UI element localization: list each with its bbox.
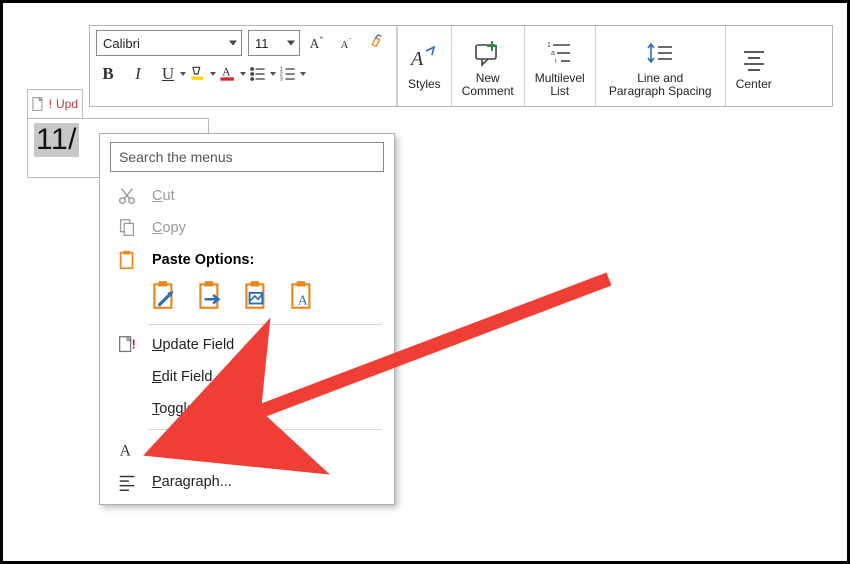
menu-item-font[interactable]: A Font... (100, 434, 394, 466)
document-tab-label: Upd (56, 97, 78, 111)
paste-keep-source-icon[interactable] (148, 278, 182, 312)
menu-item-label: Edit Field... (152, 369, 225, 385)
increase-font-icon[interactable]: A^ (306, 31, 330, 55)
svg-text:ˇ: ˇ (349, 38, 352, 45)
multilevel-list-icon: 1ai (544, 36, 576, 70)
document-tab[interactable]: ! Upd (27, 89, 83, 119)
svg-text:A: A (298, 293, 308, 308)
new-comment-icon (472, 36, 504, 70)
chevron-down-icon (287, 41, 295, 46)
menu-item-copy: Copy (100, 212, 394, 244)
new-comment-label: New Comment (462, 72, 514, 98)
menu-separator (148, 429, 382, 430)
scissors-icon (116, 185, 138, 207)
italic-button[interactable]: I (126, 62, 150, 86)
menu-item-label: Update Field (152, 337, 234, 353)
menu-search-placeholder: Search the menus (119, 149, 233, 165)
svg-text:^: ^ (320, 34, 324, 43)
formatting-ribbon: Calibri 11 A^ Aˇ B I (89, 25, 833, 107)
font-a-icon: A (116, 439, 138, 461)
font-size-select[interactable]: 11 (248, 30, 300, 56)
context-menu: Search the menus Cut Copy Paste Options: (99, 133, 395, 505)
bullets-button[interactable] (246, 62, 270, 86)
blank-icon (116, 366, 138, 388)
svg-text:a: a (551, 50, 555, 57)
menu-item-label: Paragraph... (152, 474, 232, 490)
menu-item-update-field[interactable]: ! Update Field (100, 329, 394, 361)
paste-text-only-icon[interactable]: A (286, 278, 320, 312)
paste-picture-icon[interactable] (240, 278, 274, 312)
styles-icon: A (408, 42, 440, 76)
line-spacing-group[interactable]: Line and Paragraph Spacing (595, 26, 725, 106)
numbering-button[interactable]: 123 (276, 62, 300, 86)
menu-item-label: Paste Options: (152, 252, 254, 268)
svg-text:A: A (409, 48, 424, 70)
menu-search-input[interactable]: Search the menus (110, 142, 384, 172)
menu-heading-paste: Paste Options: (100, 244, 394, 276)
underline-button[interactable]: U (156, 62, 180, 86)
highlight-color-button[interactable] (186, 62, 210, 86)
svg-text:A: A (120, 443, 132, 460)
format-painter-icon[interactable] (366, 31, 390, 55)
font-color-button[interactable]: A (216, 62, 240, 86)
font-name-select[interactable]: Calibri (96, 30, 242, 56)
styles-group[interactable]: A Styles (397, 26, 451, 106)
styles-label: Styles (408, 78, 441, 91)
menu-item-label: Font... (152, 442, 193, 458)
svg-text:A: A (341, 39, 349, 51)
font-group: Calibri 11 A^ Aˇ B I (90, 26, 397, 106)
multilevel-list-group[interactable]: 1ai Multilevel List (524, 26, 595, 106)
line-spacing-label: Line and Paragraph Spacing (609, 72, 712, 98)
svg-text:!: ! (132, 337, 136, 352)
copy-icon (116, 217, 138, 239)
decrease-font-icon[interactable]: Aˇ (336, 31, 360, 55)
menu-item-label: Cut (152, 188, 175, 204)
screenshot-frame: Calibri 11 A^ Aˇ B I (0, 0, 850, 564)
multilevel-list-label: Multilevel List (535, 72, 585, 98)
paste-options-row: A (100, 276, 394, 320)
menu-item-label: Toggle Field Codes (152, 401, 276, 417)
selected-date-field[interactable]: 11/ (34, 123, 79, 157)
menu-separator (148, 324, 382, 325)
svg-text:A: A (310, 36, 320, 51)
page-refresh-icon: ! (116, 334, 138, 356)
exclaim-icon: ! (49, 97, 52, 111)
svg-text:1: 1 (547, 42, 551, 49)
bold-button[interactable]: B (96, 62, 120, 86)
new-comment-group[interactable]: New Comment (451, 26, 524, 106)
font-size-value: 11 (255, 36, 269, 51)
line-spacing-icon (644, 36, 676, 70)
menu-item-edit-field[interactable]: Edit Field... (100, 361, 394, 393)
menu-item-paragraph[interactable]: Paragraph... (100, 466, 394, 498)
svg-text:3: 3 (280, 77, 283, 83)
svg-text:i: i (555, 58, 557, 65)
paste-merge-icon[interactable] (194, 278, 228, 312)
blank-icon (116, 398, 138, 420)
menu-item-label: Copy (152, 220, 186, 236)
svg-text:A: A (222, 66, 231, 79)
center-align-icon (738, 42, 770, 76)
clipboard-icon (116, 249, 138, 271)
chevron-down-icon (229, 41, 237, 46)
font-name-value: Calibri (103, 36, 140, 51)
menu-item-toggle-field-codes[interactable]: Toggle Field Codes (100, 393, 394, 425)
page-icon (32, 96, 45, 112)
paragraph-lines-icon (116, 471, 138, 493)
center-group[interactable]: Center (725, 26, 782, 106)
center-label: Center (736, 78, 772, 91)
menu-item-cut: Cut (100, 180, 394, 212)
